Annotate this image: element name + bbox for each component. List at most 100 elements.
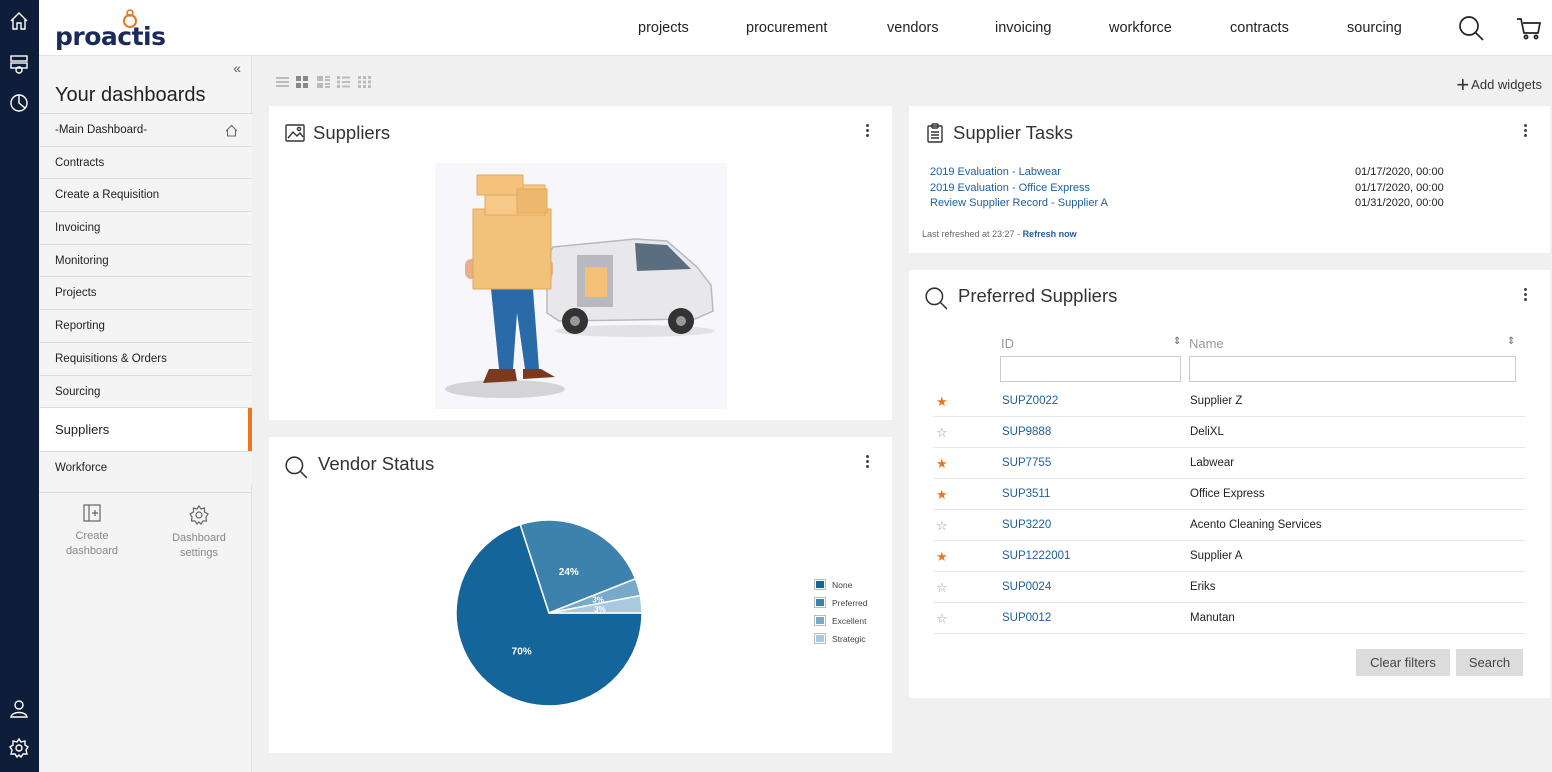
clear-filters-button[interactable]: Clear filters <box>1356 649 1450 676</box>
pie-label-strategic: 3% <box>594 605 606 614</box>
collapse-sidebar-button[interactable]: « <box>233 60 241 76</box>
sidebar-item-projects[interactable]: Projects <box>40 276 252 310</box>
search-icon[interactable] <box>1457 14 1485 42</box>
layout-split-icon[interactable] <box>316 75 331 89</box>
create-dashboard-label-2: dashboard <box>66 545 118 557</box>
gear-icon <box>189 505 209 525</box>
clock-icon[interactable] <box>8 92 30 114</box>
widget-title: Vendor Status <box>318 453 435 474</box>
pie-label-preferred: 24% <box>559 567 579 578</box>
sort-icon[interactable]: ⇕ <box>1173 336 1181 347</box>
favorite-star-icon[interactable]: ★ <box>936 394 948 410</box>
column-header-id[interactable]: ID <box>1001 336 1014 351</box>
home-icon[interactable] <box>8 10 30 32</box>
sidebar-item-requisitions-orders[interactable]: Requisitions & Orders <box>40 341 252 375</box>
nav-sourcing[interactable]: sourcing <box>1347 20 1402 36</box>
nav-contracts[interactable]: contracts <box>1230 20 1289 36</box>
image-icon <box>284 122 306 144</box>
nav-invoicing[interactable]: invoicing <box>995 20 1051 36</box>
sidebar-item-contracts[interactable]: Contracts <box>40 145 252 179</box>
supplier-id-link[interactable]: SUP9888 <box>1002 426 1051 438</box>
sidebar-item-invoicing[interactable]: Invoicing <box>40 211 252 244</box>
sidebar-item-sourcing[interactable]: Sourcing <box>40 374 252 408</box>
settings-icon[interactable] <box>8 737 30 759</box>
sidebar-item-label: -Main Dashboard- <box>55 124 148 136</box>
favorite-star-icon[interactable]: ★ <box>936 456 948 472</box>
supplier-id-link[interactable]: SUP7755 <box>1002 457 1051 469</box>
kebab-menu-icon[interactable] <box>1524 124 1528 139</box>
layout-tiles-icon[interactable] <box>357 75 372 89</box>
supplier-id-link[interactable]: SUP3511 <box>1002 488 1050 500</box>
clipboard-icon <box>924 122 946 144</box>
search-button[interactable]: Search <box>1456 649 1523 676</box>
task-link[interactable]: 2019 Evaluation - Labwear <box>930 166 1061 178</box>
legend-item-excellent[interactable]: Excellent <box>814 615 867 634</box>
supplier-id-link[interactable]: SUP0012 <box>1002 612 1051 624</box>
kebab-menu-icon[interactable] <box>1524 288 1528 303</box>
legend-swatch <box>814 579 826 590</box>
cart-icon[interactable] <box>1515 14 1543 42</box>
supplier-name: Office Express <box>1190 488 1265 500</box>
sidebar-item-create-requisition[interactable]: Create a Requisition <box>40 178 252 212</box>
sidebar-item-suppliers[interactable]: Suppliers <box>40 407 252 452</box>
task-date: 01/31/2020, 00:00 <box>1355 197 1444 209</box>
layout-list-icon[interactable] <box>275 75 290 89</box>
table-row: ☆ SUP3220 Acento Cleaning Services <box>933 510 1525 541</box>
logo-text: proactis <box>55 22 166 51</box>
sort-icon[interactable]: ⇕ <box>1507 336 1515 347</box>
sidebar-actions: Create dashboard Dashboard settings <box>39 492 251 559</box>
layout-grid-icon[interactable] <box>295 75 310 89</box>
dashboard-settings-button[interactable]: Dashboard settings <box>159 505 239 561</box>
supplier-illustration <box>435 163 727 409</box>
create-dashboard-button[interactable]: Create dashboard <box>61 503 123 559</box>
layout-detail-icon[interactable] <box>336 75 351 89</box>
supplier-id-link[interactable]: SUP3220 <box>1002 519 1051 531</box>
nav-projects[interactable]: projects <box>638 20 689 36</box>
favorite-star-icon[interactable]: ☆ <box>936 425 948 441</box>
legend-item-none[interactable]: None <box>814 579 867 598</box>
nav-procurement[interactable]: procurement <box>746 20 827 36</box>
refresh-now-link[interactable]: Refresh now <box>1023 229 1077 239</box>
suppliers-widget: Suppliers <box>269 106 892 420</box>
supplier-id-link[interactable]: SUP0024 <box>1002 581 1051 593</box>
kebab-menu-icon[interactable] <box>866 455 870 470</box>
sidebar-item-workforce[interactable]: Workforce <box>40 451 252 484</box>
supplier-id-link[interactable]: SUPZ0022 <box>1002 395 1058 407</box>
pie-legend: None Preferred Excellent Strategic <box>814 579 867 652</box>
supplier-id-link[interactable]: SUP1222001 <box>1002 550 1070 562</box>
favorite-star-icon[interactable]: ★ <box>936 487 948 503</box>
sidebar-item-label: Suppliers <box>55 422 110 438</box>
task-date: 01/17/2020, 00:00 <box>1355 166 1444 178</box>
column-header-name[interactable]: Name <box>1189 336 1224 351</box>
favorite-star-icon[interactable]: ☆ <box>936 580 948 596</box>
legend-item-strategic[interactable]: Strategic <box>814 633 867 652</box>
preferred-suppliers-widget: Preferred Suppliers ID ⇕ Name ⇕ ★ SUPZ002… <box>909 270 1550 698</box>
widget-title: Supplier Tasks <box>953 122 1073 143</box>
sidebar-item-monitoring[interactable]: Monitoring <box>40 243 252 277</box>
pie-label-none: 70% <box>512 647 532 658</box>
search-icon <box>924 286 948 310</box>
user-icon[interactable] <box>8 697 30 719</box>
sidebar-item-label: Sourcing <box>55 385 101 398</box>
kebab-menu-icon[interactable] <box>866 124 870 139</box>
sidebar-title: Your dashboards <box>55 84 206 106</box>
favorite-star-icon[interactable]: ☆ <box>936 518 948 534</box>
add-widgets-button[interactable]: + Add widgets <box>1456 72 1542 98</box>
nav-workforce[interactable]: workforce <box>1109 20 1172 36</box>
task-link[interactable]: 2019 Evaluation - Office Express <box>930 182 1090 194</box>
inbox-icon[interactable] <box>8 53 30 75</box>
legend-swatch <box>814 597 826 608</box>
table-row: ☆ SUP0024 Eriks <box>933 572 1525 603</box>
nav-vendors[interactable]: vendors <box>887 20 939 36</box>
id-filter-input[interactable] <box>1000 356 1181 382</box>
sidebar-item-main-dashboard[interactable]: -Main Dashboard- <box>40 113 252 146</box>
task-row: 2019 Evaluation - Office Express 01/17/2… <box>930 182 1490 198</box>
favorite-star-icon[interactable]: ☆ <box>936 611 948 627</box>
legend-item-preferred[interactable]: Preferred <box>814 597 867 616</box>
task-link[interactable]: Review Supplier Record - Supplier A <box>930 197 1108 209</box>
add-widgets-label: Add widgets <box>1471 77 1542 92</box>
favorite-star-icon[interactable]: ★ <box>936 549 948 565</box>
name-filter-input[interactable] <box>1189 356 1516 382</box>
sidebar-item-reporting[interactable]: Reporting <box>40 309 252 342</box>
dashboard-settings-label: Dashboard <box>172 532 226 544</box>
